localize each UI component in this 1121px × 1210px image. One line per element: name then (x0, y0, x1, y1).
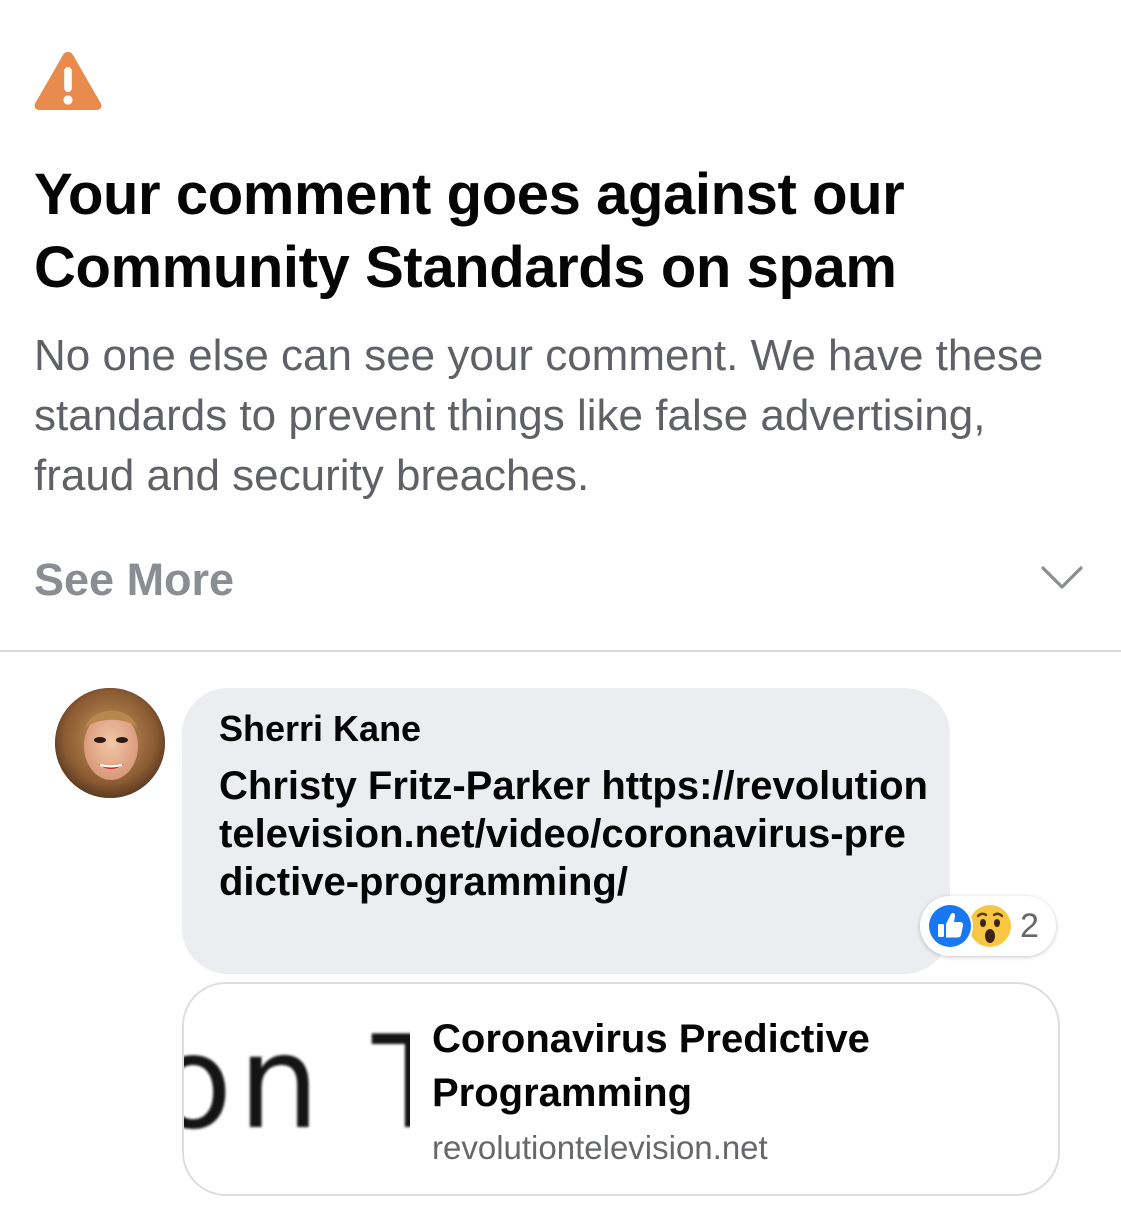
notice-title: Your comment goes against our Community … (34, 162, 905, 300)
warning-triangle-icon (32, 48, 104, 114)
avatar[interactable] (55, 688, 165, 798)
comment-bubble[interactable]: Sherri Kane Christy Fritz-Parker https:/… (182, 688, 950, 974)
section-divider (0, 650, 1121, 652)
see-more-label: See More (34, 554, 235, 605)
notice-body: No one else can see your comment. We hav… (34, 331, 1044, 500)
comment-text[interactable]: Christy Fritz-Parker https://revolutiont… (219, 762, 929, 906)
reaction-count: 2 (1020, 907, 1039, 945)
like-icon (927, 903, 973, 949)
thumbnail-text: on T (184, 1009, 410, 1158)
link-domain: revolutiontelevision.net (432, 1129, 768, 1166)
link-title: Coronavirus Predictive Programming (432, 1017, 870, 1115)
link-thumbnail: on T (184, 984, 410, 1194)
chevron-down-icon (1041, 566, 1083, 589)
see-more-button[interactable]: See More (0, 540, 1121, 620)
link-preview-card[interactable]: on T Coronavirus Predictive Programming … (182, 982, 1060, 1196)
comment-author[interactable]: Sherri Kane (219, 707, 421, 751)
reactions-summary[interactable]: 2 (920, 896, 1056, 956)
